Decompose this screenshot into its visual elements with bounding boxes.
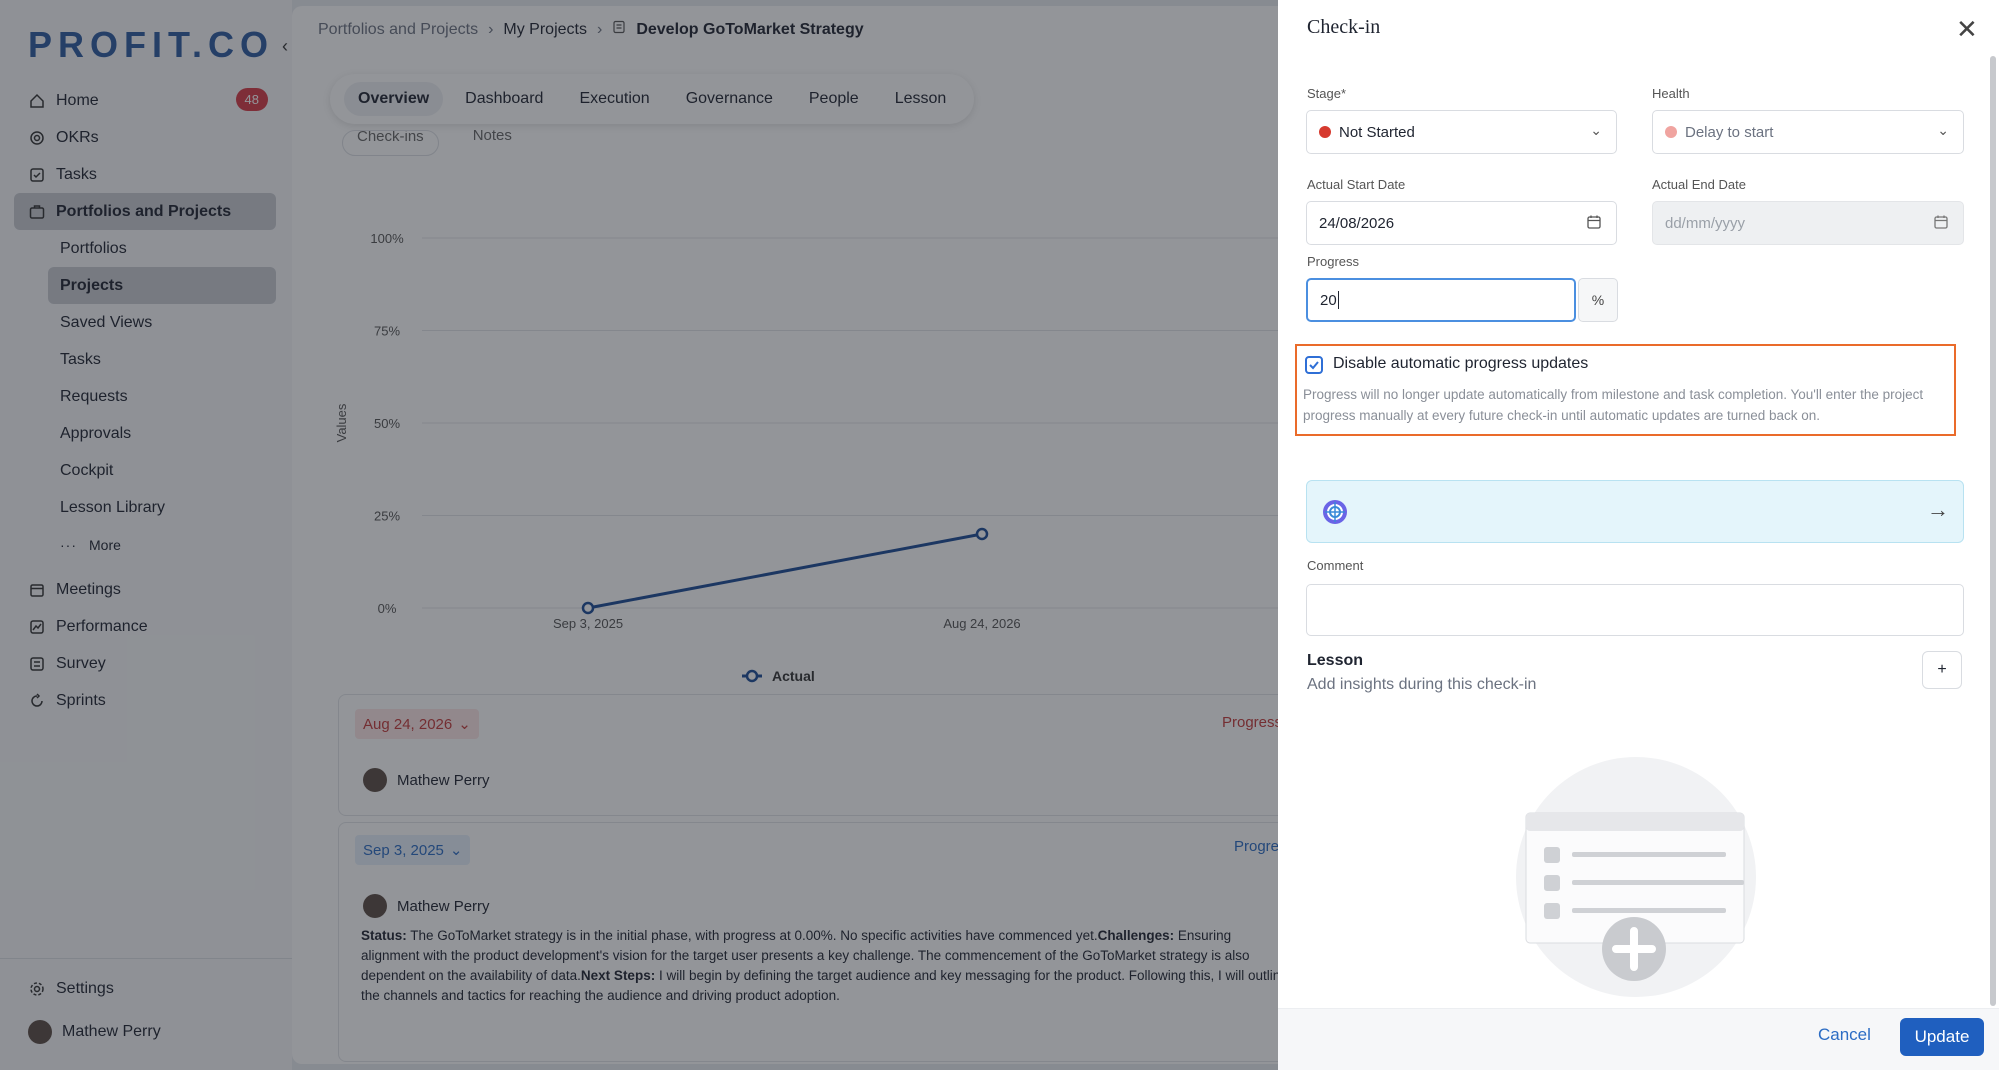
- lesson-title: Lesson: [1307, 652, 1364, 669]
- calendar-icon[interactable]: [1586, 214, 1602, 234]
- check-icon: [1309, 361, 1319, 370]
- arrow-right-icon[interactable]: →: [1927, 497, 1949, 523]
- health-value: Delay to start: [1685, 123, 1774, 141]
- health-status-dot: [1665, 126, 1677, 138]
- chevron-down-icon: ⌄: [1590, 122, 1602, 138]
- modal-backdrop[interactable]: [0, 0, 1278, 1070]
- stage-status-dot: [1319, 126, 1331, 138]
- health-select[interactable]: Delay to start ⌄: [1652, 110, 1964, 154]
- end-date-label: Actual End Date: [1652, 177, 1746, 192]
- end-date-field: dd/mm/yyyy: [1652, 201, 1964, 245]
- close-icon[interactable]: ✕: [1956, 14, 1978, 45]
- comment-field[interactable]: [1306, 584, 1964, 636]
- percent-unit: %: [1578, 278, 1618, 322]
- check-in-drawer: Check-in ✕ Stage* Not Started ⌄ Health D…: [1278, 0, 1999, 1070]
- progress-value: 20: [1320, 291, 1337, 309]
- progress-label: Progress: [1307, 254, 1360, 269]
- calendar-icon: [1933, 214, 1949, 234]
- add-lesson-button[interactable]: +: [1922, 651, 1962, 689]
- stage-value: Not Started: [1339, 123, 1415, 141]
- lesson-subtitle: Add insights during this check-in: [1307, 676, 1537, 693]
- start-date-value: 24/08/2026: [1319, 214, 1395, 232]
- ai-sparkle-icon: [1321, 498, 1349, 531]
- empty-lessons-illustration: [1516, 757, 1756, 997]
- health-label: Health: [1652, 86, 1690, 101]
- disable-auto-progress-panel: Disable automatic progress updates Progr…: [1295, 344, 1956, 436]
- end-date-placeholder: dd/mm/yyyy: [1665, 214, 1746, 232]
- stage-label: Stage*: [1307, 86, 1347, 101]
- disable-auto-progress-description: Progress will no longer update automatic…: [1303, 387, 1924, 423]
- update-button[interactable]: Update: [1900, 1018, 1984, 1056]
- disable-auto-progress-label[interactable]: Disable automatic progress updates: [1333, 355, 1588, 373]
- drawer-scrollbar[interactable]: [1990, 56, 1996, 1006]
- cancel-button[interactable]: Cancel: [1818, 1025, 1871, 1045]
- text-caret: [1337, 291, 1339, 309]
- disable-auto-progress-checkbox[interactable]: [1305, 356, 1323, 374]
- ai-assist-bar[interactable]: →: [1306, 480, 1964, 543]
- chevron-down-icon: ⌄: [1937, 122, 1949, 138]
- comment-label: Comment: [1307, 558, 1364, 573]
- drawer-footer: Cancel Update: [1278, 1008, 1999, 1070]
- drawer-title: Check-in: [1307, 16, 1381, 38]
- progress-input[interactable]: 20: [1306, 278, 1576, 322]
- start-date-field[interactable]: 24/08/2026: [1306, 201, 1617, 245]
- start-date-label: Actual Start Date: [1307, 177, 1406, 192]
- stage-select[interactable]: Not Started ⌄: [1306, 110, 1617, 154]
